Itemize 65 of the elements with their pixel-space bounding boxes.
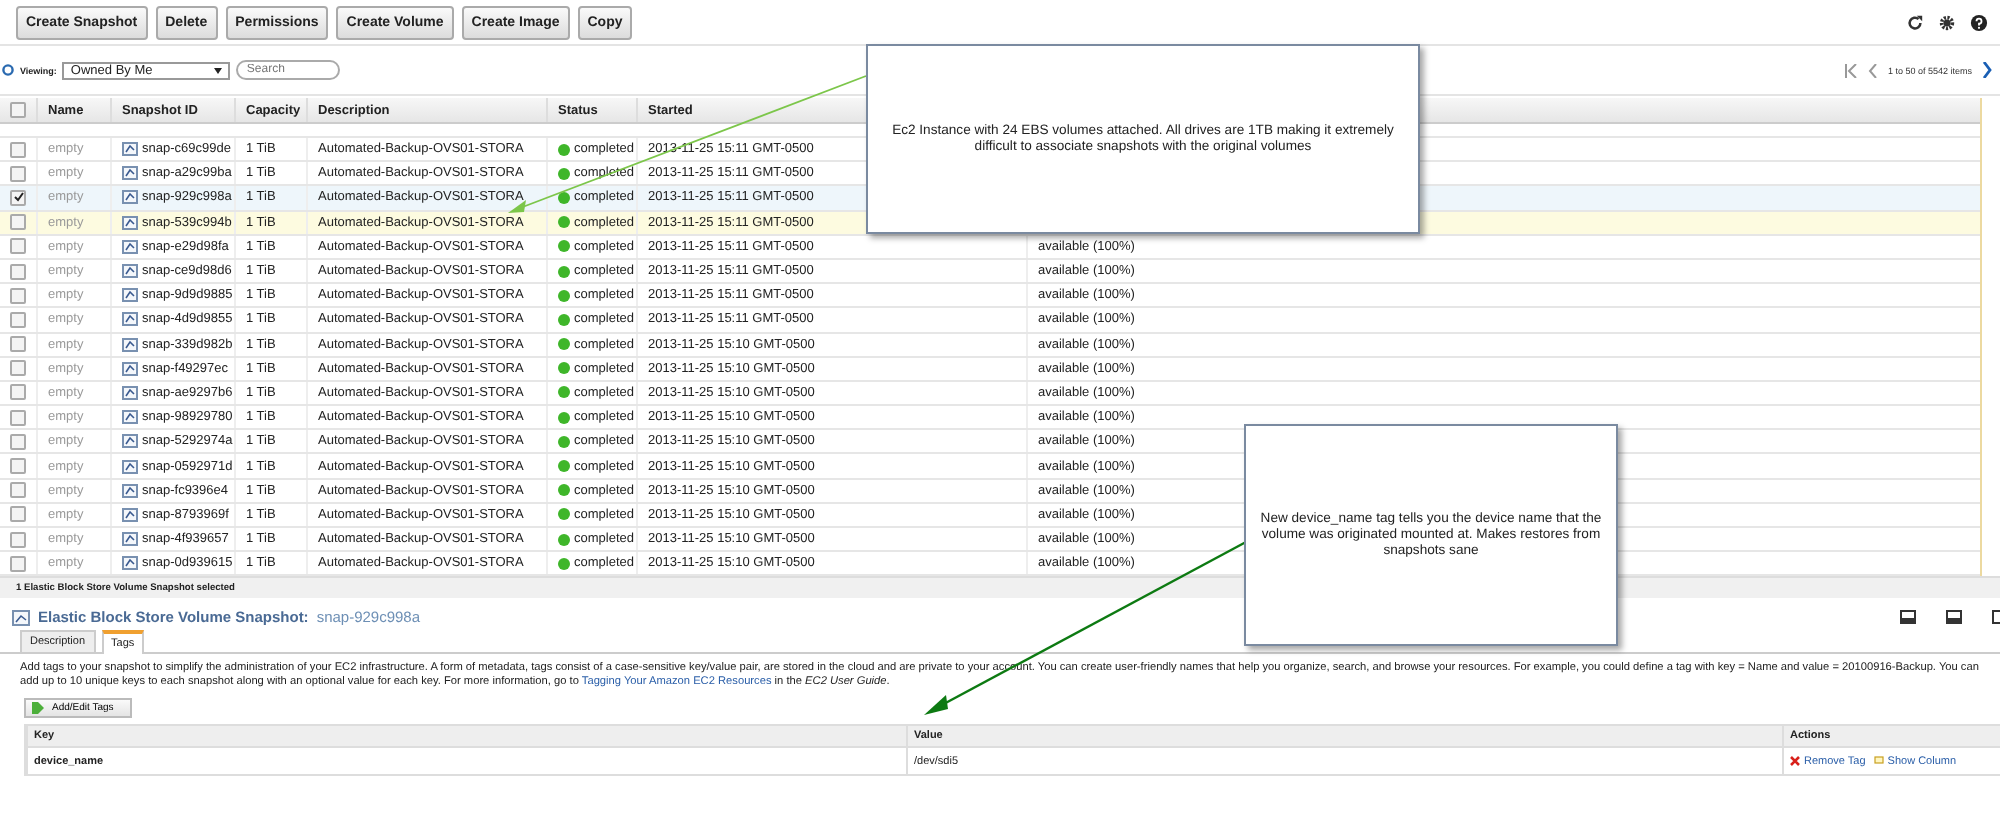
close-icon (1790, 756, 1800, 767)
tag-icon (32, 702, 44, 715)
status-dot-icon (558, 557, 570, 570)
checkbox[interactable] (10, 482, 26, 499)
snapshot-icon (122, 385, 138, 400)
snapshot-icon (122, 312, 138, 327)
checkbox[interactable] (10, 102, 26, 118)
checkbox[interactable] (10, 238, 26, 255)
status-dot-icon (558, 216, 570, 229)
previous-icon[interactable] (1867, 63, 1878, 77)
status-dot-icon (558, 484, 570, 497)
status-dot-icon (558, 289, 570, 302)
status-dot-icon (558, 411, 570, 424)
snapshot-icon (122, 288, 138, 303)
snapshot-icon (122, 434, 138, 449)
panel-layout-icon[interactable] (1946, 610, 1962, 625)
status-dot-icon (558, 435, 570, 448)
snapshot-icon (122, 239, 138, 254)
checkbox[interactable] (10, 189, 26, 206)
status-dot-icon (558, 240, 570, 253)
settings-icon[interactable] (1938, 13, 1956, 31)
snapshot-icon (122, 556, 138, 571)
snapshot-icon (122, 532, 138, 547)
caret-icon (214, 67, 223, 73)
checkbox[interactable] (10, 263, 26, 280)
status-dot-icon (558, 143, 570, 156)
snapshot-icon (12, 609, 30, 626)
checkbox[interactable] (10, 287, 26, 304)
checkbox[interactable] (10, 214, 26, 231)
snapshot-icon (122, 337, 138, 352)
status-dot-icon (558, 338, 570, 351)
checkbox[interactable] (10, 409, 26, 426)
first-page-icon[interactable] (1843, 63, 1858, 77)
checkbox[interactable] (10, 165, 26, 182)
checkbox[interactable] (10, 506, 26, 523)
checkbox[interactable] (10, 336, 26, 353)
panel-layout-icon[interactable] (1900, 610, 1916, 625)
status-dot-icon (558, 533, 570, 546)
status-dot-icon (558, 191, 570, 204)
snapshot-icon (122, 483, 138, 498)
status-dot-icon (558, 386, 570, 399)
checkbox[interactable] (10, 141, 26, 158)
status-dot-icon (558, 167, 570, 180)
status-dot-icon (558, 508, 570, 521)
checkbox[interactable] (10, 555, 26, 572)
status-dot-icon (558, 313, 570, 326)
panel-layout-icon[interactable] (1992, 610, 2000, 625)
checkbox[interactable] (10, 384, 26, 401)
checkbox[interactable] (10, 433, 26, 450)
checkbox[interactable] (10, 458, 26, 475)
next-icon[interactable] (1982, 62, 1992, 78)
snapshot-icon (122, 215, 138, 230)
checkbox[interactable] (10, 531, 26, 548)
checkbox[interactable] (10, 360, 26, 377)
snapshot-icon (122, 361, 138, 376)
status-dot-icon (558, 265, 570, 278)
snapshot-icon (122, 459, 138, 474)
snapshot-icon (122, 507, 138, 522)
column-icon (1873, 756, 1884, 767)
snapshot-icon (122, 264, 138, 279)
checkbox[interactable] (10, 311, 26, 328)
status-dot-icon (558, 362, 570, 375)
snapshot-icon (122, 410, 138, 425)
help-icon[interactable] (1970, 13, 1988, 31)
status-dot-icon (558, 460, 570, 473)
